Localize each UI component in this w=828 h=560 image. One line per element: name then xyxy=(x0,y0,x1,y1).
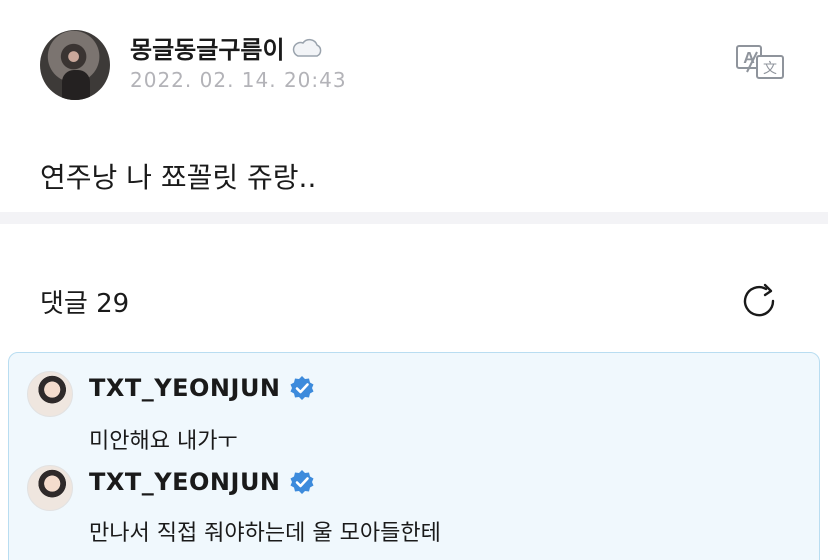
author-avatar[interactable] xyxy=(40,30,110,100)
artist-comment[interactable]: TXT_YEONJUN 만나서 직접 줘야하는데 울 모아들한테 xyxy=(9,465,821,555)
translate-button[interactable]: A 文 xyxy=(735,44,785,80)
section-divider xyxy=(0,212,828,224)
commenter-avatar[interactable] xyxy=(27,371,73,417)
post-timestamp: 2022. 02. 14. 20:43 xyxy=(130,68,347,92)
translate-icon: A 文 xyxy=(736,45,784,79)
commenter-name[interactable]: TXT_YEONJUN xyxy=(89,374,315,402)
refresh-icon xyxy=(743,283,775,317)
commenter-name-label: TXT_YEONJUN xyxy=(89,468,281,496)
artist-comments-box: TXT_YEONJUN 미안해요 내가ㅜ TXT_YEONJUN 만나서 직접 … xyxy=(8,352,820,560)
comment-text: 만나서 직접 줘야하는데 울 모아들한테 xyxy=(89,521,441,546)
artist-comment[interactable]: TXT_YEONJUN 미안해요 내가ㅜ xyxy=(9,371,821,461)
commenter-name-label: TXT_YEONJUN xyxy=(89,374,281,402)
svg-text:文: 文 xyxy=(763,61,777,77)
author-name-label: 몽글동글구름이 xyxy=(130,36,285,64)
comments-count-title: 댓글 29 xyxy=(40,289,130,319)
verified-badge-icon xyxy=(290,470,314,494)
post-header: 몽글동글구름이 2022. 02. 14. 20:43 A 文 xyxy=(0,0,828,120)
refresh-comments-button[interactable] xyxy=(740,282,780,320)
comment-text: 미안해요 내가ㅜ xyxy=(89,429,238,454)
commenter-avatar[interactable] xyxy=(27,465,73,511)
verified-badge-icon xyxy=(290,376,314,400)
commenter-name[interactable]: TXT_YEONJUN xyxy=(89,468,315,496)
cloud-icon xyxy=(289,37,325,59)
post-screen: 몽글동글구름이 2022. 02. 14. 20:43 A 文 연주낭 나 쬬꼴… xyxy=(0,0,828,560)
post-body-text: 연주낭 나 쬬꼴릿 쥬랑.. xyxy=(40,161,317,194)
author-name[interactable]: 몽글동글구름이 xyxy=(130,30,325,65)
